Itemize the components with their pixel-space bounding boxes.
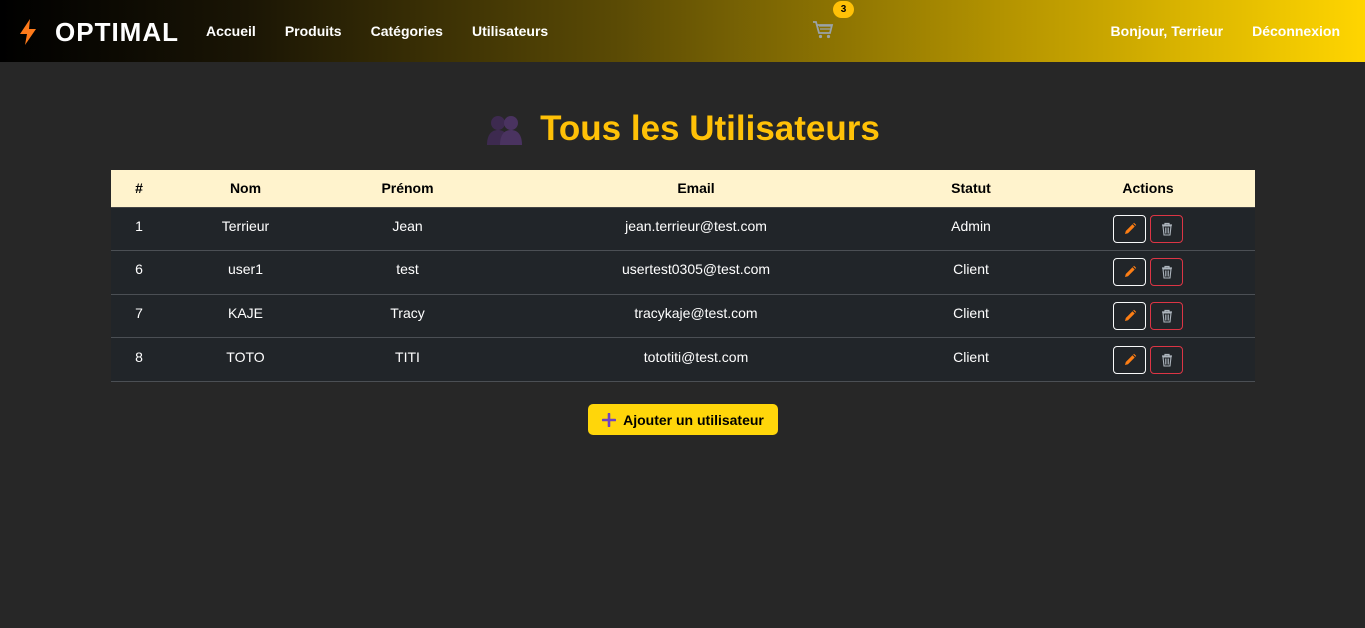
cell-statut: Client xyxy=(901,294,1041,339)
header-email: Email xyxy=(491,170,901,208)
pencil-icon xyxy=(1123,353,1137,367)
cell-email: jean.terrieur@test.com xyxy=(491,207,901,252)
add-user-button[interactable]: Ajouter un utilisateur xyxy=(588,404,778,435)
cell-prenom: Tracy xyxy=(324,294,491,339)
edit-button[interactable] xyxy=(1113,214,1146,243)
cell-nom: Terrieur xyxy=(167,207,324,252)
nav-right: Bonjour, Terrieur Déconnexion xyxy=(1082,22,1340,40)
users-icon xyxy=(485,112,525,146)
plus-icon xyxy=(602,412,623,427)
table-row: 1 Terrieur Jean jean.terrieur@test.com A… xyxy=(111,207,1255,252)
nav-link-accueil[interactable]: Accueil xyxy=(206,22,256,40)
navbar: OPTIMAL Accueil Produits Catégories Util… xyxy=(0,0,1365,62)
nav-links: Accueil Produits Catégories Utilisateurs xyxy=(206,22,577,40)
header-nom: Nom xyxy=(167,170,324,208)
brand[interactable]: OPTIMAL xyxy=(18,17,179,47)
lightning-icon xyxy=(18,18,38,46)
cell-actions xyxy=(1041,337,1255,382)
cell-email: tototiti@test.com xyxy=(491,337,901,382)
pencil-icon xyxy=(1123,309,1137,323)
cell-id: 7 xyxy=(111,294,167,339)
header-prenom: Prénom xyxy=(324,170,491,208)
add-user-label: Ajouter un utilisateur xyxy=(623,411,764,428)
cell-nom: KAJE xyxy=(167,294,324,339)
cell-statut: Client xyxy=(901,250,1041,295)
nav-link-utilisateurs[interactable]: Utilisateurs xyxy=(472,22,548,40)
header-id: # xyxy=(111,170,167,208)
trash-icon xyxy=(1160,353,1174,367)
page-title: Tous les Utilisateurs xyxy=(540,109,880,148)
header-actions: Actions xyxy=(1041,170,1255,208)
header-statut: Statut xyxy=(901,170,1041,208)
cell-statut: Admin xyxy=(901,207,1041,252)
logout-link[interactable]: Déconnexion xyxy=(1252,22,1340,40)
trash-icon xyxy=(1160,309,1174,323)
delete-button[interactable] xyxy=(1150,345,1183,374)
cart-count-badge: 3 xyxy=(833,1,854,18)
table-row: 7 KAJE Tracy tracykaje@test.com Client xyxy=(111,294,1255,339)
edit-button[interactable] xyxy=(1113,258,1146,287)
cell-nom: TOTO xyxy=(167,337,324,382)
delete-button[interactable] xyxy=(1150,214,1183,243)
table-header-row: # Nom Prénom Email Statut Actions xyxy=(111,170,1255,208)
cell-nom: user1 xyxy=(167,250,324,295)
cell-id: 1 xyxy=(111,207,167,252)
cell-id: 6 xyxy=(111,250,167,295)
pencil-icon xyxy=(1123,265,1137,279)
cell-actions xyxy=(1041,294,1255,339)
table-row: 8 TOTO TITI tototiti@test.com Client xyxy=(111,337,1255,382)
brand-name: OPTIMAL xyxy=(55,16,179,47)
cell-actions xyxy=(1041,250,1255,295)
page-header: Tous les Utilisateurs xyxy=(0,106,1365,152)
trash-icon xyxy=(1160,222,1174,236)
pencil-icon xyxy=(1123,222,1137,236)
cell-prenom: test xyxy=(324,250,491,295)
cell-prenom: TITI xyxy=(324,337,491,382)
cell-email: tracykaje@test.com xyxy=(491,294,901,339)
nav-link-produits[interactable]: Produits xyxy=(285,22,342,40)
delete-button[interactable] xyxy=(1150,258,1183,287)
user-greeting: Bonjour, Terrieur xyxy=(1110,23,1224,39)
cell-prenom: Jean xyxy=(324,207,491,252)
trash-icon xyxy=(1160,265,1174,279)
cell-email: usertest0305@test.com xyxy=(491,250,901,295)
table-row: 6 user1 test usertest0305@test.com Clien… xyxy=(111,250,1255,295)
cell-id: 8 xyxy=(111,337,167,382)
cell-actions xyxy=(1041,207,1255,252)
edit-button[interactable] xyxy=(1113,345,1146,374)
delete-button[interactable] xyxy=(1150,301,1183,330)
edit-button[interactable] xyxy=(1113,301,1146,330)
cart-icon[interactable] xyxy=(812,20,834,40)
users-table: # Nom Prénom Email Statut Actions 1 Terr… xyxy=(111,170,1255,382)
nav-link-categories[interactable]: Catégories xyxy=(371,22,443,40)
cell-statut: Client xyxy=(901,337,1041,382)
